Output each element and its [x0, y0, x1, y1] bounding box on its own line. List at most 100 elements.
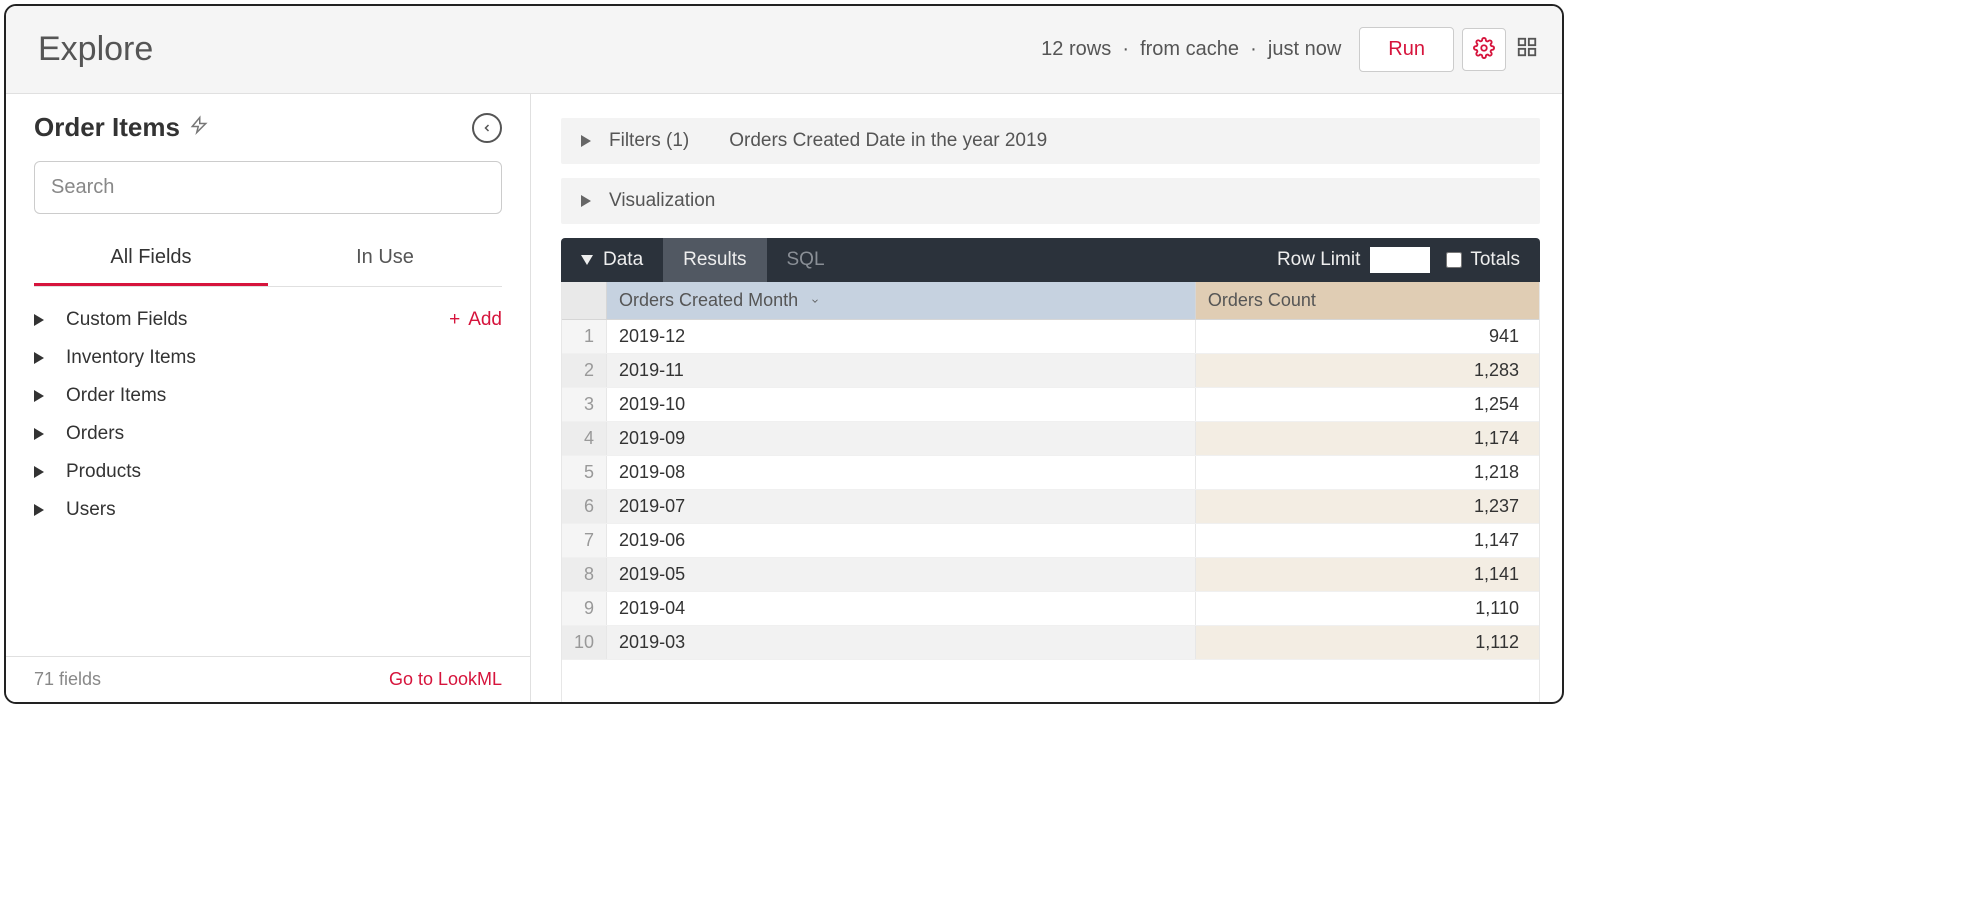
cell-month: 2019-05: [607, 558, 1196, 592]
row-number: 9: [562, 592, 607, 626]
search-input[interactable]: [34, 161, 502, 214]
cell-month: 2019-03: [607, 626, 1196, 660]
field-group-custom-fields[interactable]: Custom Fields + Add: [34, 301, 502, 339]
cell-count: 1,174: [1195, 422, 1539, 456]
field-group-orders[interactable]: Orders: [34, 415, 502, 453]
data-tab[interactable]: Data: [561, 238, 663, 282]
query-status: 12 rows · from cache · just now: [1041, 38, 1341, 61]
status-rows: 12 rows: [1041, 38, 1111, 60]
explore-name: Order Items: [34, 112, 180, 143]
table-row[interactable]: 82019-051,141: [562, 558, 1539, 592]
cell-month: 2019-08: [607, 456, 1196, 490]
row-number-header: [562, 282, 607, 320]
main-panel: Filters (1) Orders Created Date in the y…: [531, 94, 1562, 702]
table-row[interactable]: 72019-061,147: [562, 524, 1539, 558]
row-number: 7: [562, 524, 607, 558]
visualization-label: Visualization: [609, 190, 715, 212]
table-row[interactable]: 32019-101,254: [562, 388, 1539, 422]
cell-month: 2019-10: [607, 388, 1196, 422]
caret-right-icon: [34, 428, 50, 440]
topbar: Explore 12 rows · from cache · just now …: [6, 6, 1562, 94]
cell-month: 2019-07: [607, 490, 1196, 524]
caret-right-icon: [34, 390, 50, 402]
column-header-measure[interactable]: Orders Count: [1195, 282, 1539, 320]
row-number: 4: [562, 422, 607, 456]
table-row[interactable]: 92019-041,110: [562, 592, 1539, 626]
results-tab[interactable]: Results: [663, 238, 766, 282]
filters-panel[interactable]: Filters (1) Orders Created Date in the y…: [561, 118, 1540, 164]
go-to-lookml-link[interactable]: Go to LookML: [389, 669, 502, 690]
fields-count: 71 fields: [34, 669, 101, 690]
cell-count: 1,283: [1195, 354, 1539, 388]
field-group-label: Order Items: [66, 385, 166, 407]
filters-label: Filters (1): [609, 130, 689, 152]
gear-icon: [1473, 37, 1495, 62]
tab-in-use[interactable]: In Use: [268, 234, 502, 286]
cell-count: 1,254: [1195, 388, 1539, 422]
field-list: Custom Fields + Add Inventory Items Orde…: [6, 287, 530, 656]
data-bar: Data Results SQL Row Limit Totals: [561, 238, 1540, 282]
cell-month: 2019-12: [607, 320, 1196, 354]
chevron-down-icon: [809, 296, 821, 306]
caret-right-icon: [34, 466, 50, 478]
field-picker-sidebar: Order Items All Fields In Use Custom: [6, 94, 531, 702]
table-row[interactable]: 22019-111,283: [562, 354, 1539, 388]
plus-icon: +: [449, 309, 460, 331]
collapse-sidebar-button[interactable]: [472, 113, 502, 143]
row-number: 8: [562, 558, 607, 592]
caret-right-icon: [34, 352, 50, 364]
bolt-icon: [190, 114, 208, 141]
caret-down-icon: [581, 249, 593, 271]
row-number: 10: [562, 626, 607, 660]
tab-all-fields[interactable]: All Fields: [34, 234, 268, 286]
column-header-dimension[interactable]: Orders Created Month: [607, 282, 1196, 320]
cell-month: 2019-06: [607, 524, 1196, 558]
row-limit-input[interactable]: [1370, 247, 1430, 273]
status-time: just now: [1268, 38, 1341, 60]
cell-count: 1,237: [1195, 490, 1539, 524]
page-title: Explore: [38, 30, 153, 69]
table-row[interactable]: 42019-091,174: [562, 422, 1539, 456]
row-number: 1: [562, 320, 607, 354]
add-custom-field-button[interactable]: + Add: [449, 309, 502, 331]
field-group-label: Products: [66, 461, 141, 483]
cell-month: 2019-11: [607, 354, 1196, 388]
field-group-users[interactable]: Users: [34, 491, 502, 529]
cell-count: 941: [1195, 320, 1539, 354]
cell-count: 1,141: [1195, 558, 1539, 592]
settings-button[interactable]: [1462, 28, 1506, 71]
field-group-products[interactable]: Products: [34, 453, 502, 491]
caret-right-icon: [581, 195, 591, 207]
table-row[interactable]: 102019-031,112: [562, 626, 1539, 660]
results-table: Orders Created Month Orders Count 12019-…: [561, 282, 1540, 702]
totals-checkbox[interactable]: [1446, 252, 1462, 268]
row-number: 6: [562, 490, 607, 524]
run-button[interactable]: Run: [1359, 27, 1454, 72]
status-cache: from cache: [1140, 38, 1239, 60]
field-group-label: Custom Fields: [66, 309, 187, 331]
row-number: 5: [562, 456, 607, 490]
cell-month: 2019-09: [607, 422, 1196, 456]
row-number: 2: [562, 354, 607, 388]
cell-count: 1,112: [1195, 626, 1539, 660]
visualization-panel[interactable]: Visualization: [561, 178, 1540, 224]
table-row[interactable]: 52019-081,218: [562, 456, 1539, 490]
cell-count: 1,218: [1195, 456, 1539, 490]
cell-count: 1,110: [1195, 592, 1539, 626]
row-limit-label: Row Limit: [1277, 249, 1360, 271]
dashboard-icon[interactable]: [1516, 36, 1538, 63]
table-row[interactable]: 12019-12941: [562, 320, 1539, 354]
totals-label: Totals: [1470, 249, 1520, 271]
table-row[interactable]: 62019-071,237: [562, 490, 1539, 524]
field-group-order-items[interactable]: Order Items: [34, 377, 502, 415]
row-number: 3: [562, 388, 607, 422]
cell-count: 1,147: [1195, 524, 1539, 558]
explore-window: Explore 12 rows · from cache · just now …: [4, 4, 1564, 704]
cell-month: 2019-04: [607, 592, 1196, 626]
field-group-inventory-items[interactable]: Inventory Items: [34, 339, 502, 377]
field-group-label: Orders: [66, 423, 124, 445]
caret-right-icon: [581, 135, 591, 147]
sql-tab[interactable]: SQL: [767, 238, 845, 282]
field-group-label: Users: [66, 499, 116, 521]
caret-right-icon: [34, 504, 50, 516]
